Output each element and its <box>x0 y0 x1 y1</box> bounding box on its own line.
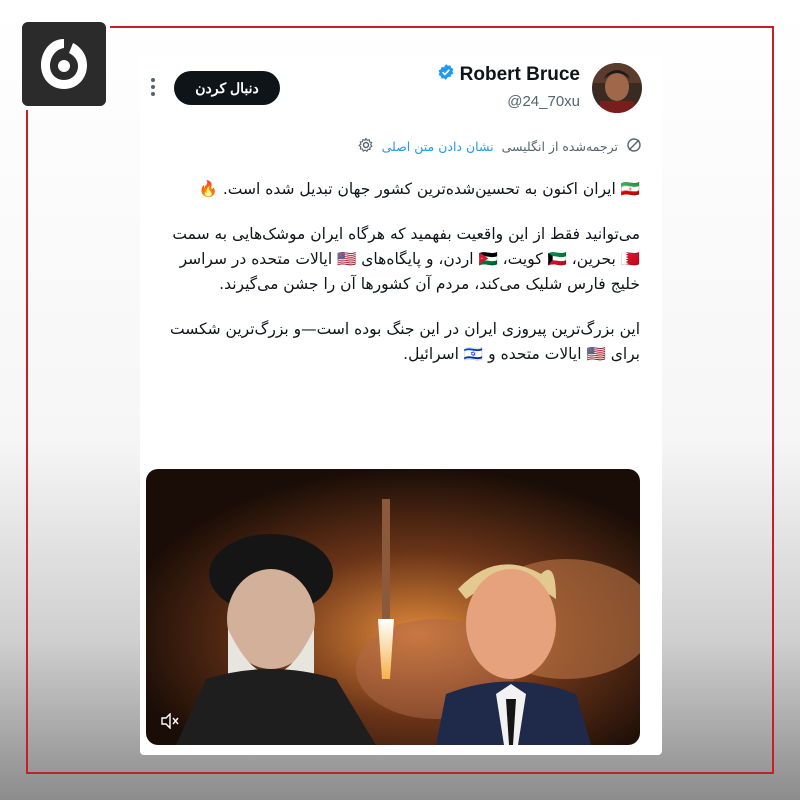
tweet-media-video[interactable] <box>146 469 640 745</box>
show-original-link[interactable]: نشان دادن متن اصلی <box>382 139 494 154</box>
frame-border <box>26 772 774 774</box>
author-name-text: Robert Bruce <box>459 64 580 85</box>
tweet-paragraph: 🇮🇷 ایران اکنون به تحسین‌شده‌ترین کشور جه… <box>198 180 640 198</box>
frame-border <box>110 26 774 28</box>
gear-icon[interactable] <box>357 137 374 156</box>
translation-label: ترجمه‌شده از انگلیسی <box>501 139 618 154</box>
tweet-paragraph: می‌توانید فقط از این واقعیت بفهمید که هر… <box>172 225 640 293</box>
more-options-icon[interactable] <box>150 77 156 97</box>
mute-icon[interactable] <box>160 712 180 733</box>
verified-badge-icon <box>437 63 455 87</box>
tweet-text: 🇮🇷 ایران اکنون به تحسین‌شده‌ترین کشور جه… <box>160 177 640 387</box>
tweet-paragraph: این بزرگ‌ترین پیروزی ایران در این جنگ بو… <box>170 320 640 363</box>
frame-border <box>772 26 774 774</box>
avatar[interactable] <box>592 63 642 113</box>
author-handle[interactable]: @24_70xu <box>507 93 580 110</box>
translate-icon <box>626 137 642 156</box>
follow-button[interactable]: دنبال کردن <box>174 71 280 105</box>
tweet-card: Robert Bruce @24_70xu دنبال کردن ترجمه‌ش… <box>140 55 662 755</box>
frame-border <box>26 110 28 774</box>
translation-bar: ترجمه‌شده از انگلیسی نشان دادن متن اصلی <box>357 137 642 156</box>
channel-logo-icon <box>22 22 106 106</box>
author-name[interactable]: Robert Bruce <box>437 63 580 87</box>
